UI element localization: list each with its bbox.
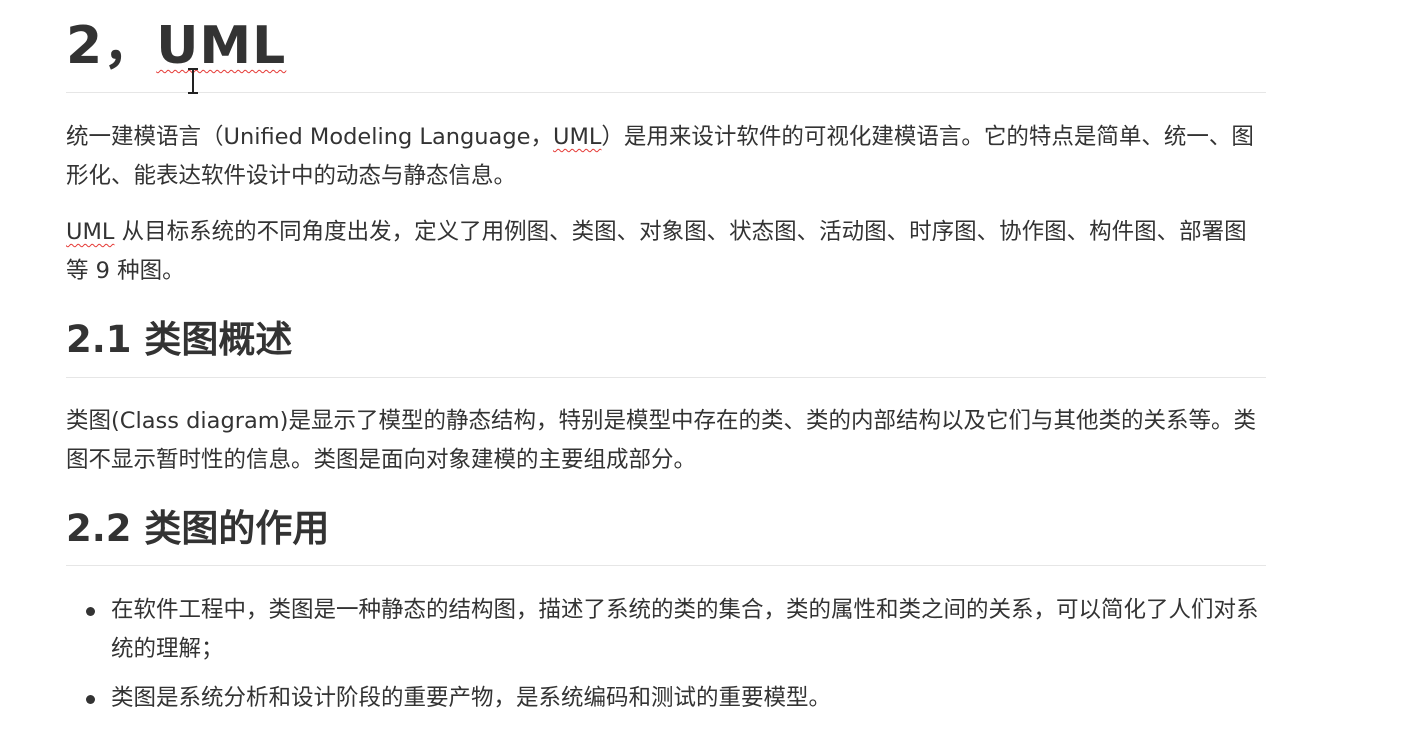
heading-2-1-divider bbox=[66, 377, 1266, 378]
intro-text-before: 统一建模语言（Unified Modeling Language， bbox=[66, 124, 553, 150]
text-ibeam-cursor-icon bbox=[188, 68, 198, 94]
heading-number: 2， bbox=[66, 16, 157, 76]
heading-term-misspelled: UML bbox=[156, 16, 287, 76]
heading-2-1: 2.1 类图概述 bbox=[66, 318, 293, 361]
heading-2-2: 2.2 类图的作用 bbox=[66, 507, 330, 550]
heading-2-2-divider bbox=[66, 565, 1266, 566]
intro-term-misspelled: UML bbox=[552, 124, 602, 150]
class-diagram-overview-paragraph: 类图(Class diagram)是显示了模型的静态结构，特别是模型中存在的类、… bbox=[66, 408, 1256, 473]
intro-paragraph: 统一建模语言（Unified Modeling Language，UML）是用来… bbox=[66, 118, 1256, 196]
bullet-dot bbox=[86, 607, 95, 616]
diagrams-term-misspelled: UML bbox=[66, 219, 115, 245]
diagrams-paragraph: UML 从目标系统的不同角度出发，定义了用例图、类图、对象图、状态图、活动图、时… bbox=[66, 213, 1256, 291]
list-item-text: 在软件工程中，类图是一种静态的结构图，描述了系统的类的集合，类的属性和类之间的关… bbox=[111, 597, 1259, 662]
heading-uml: 2，UML bbox=[66, 12, 286, 80]
diagrams-text-after: 从目标系统的不同角度出发，定义了用例图、类图、对象图、状态图、活动图、时序图、协… bbox=[66, 219, 1247, 284]
bullet-dot bbox=[86, 695, 95, 704]
list-item-text: 类图是系统分析和设计阶段的重要产物，是系统编码和测试的重要模型。 bbox=[111, 685, 832, 711]
heading-divider bbox=[66, 92, 1266, 93]
